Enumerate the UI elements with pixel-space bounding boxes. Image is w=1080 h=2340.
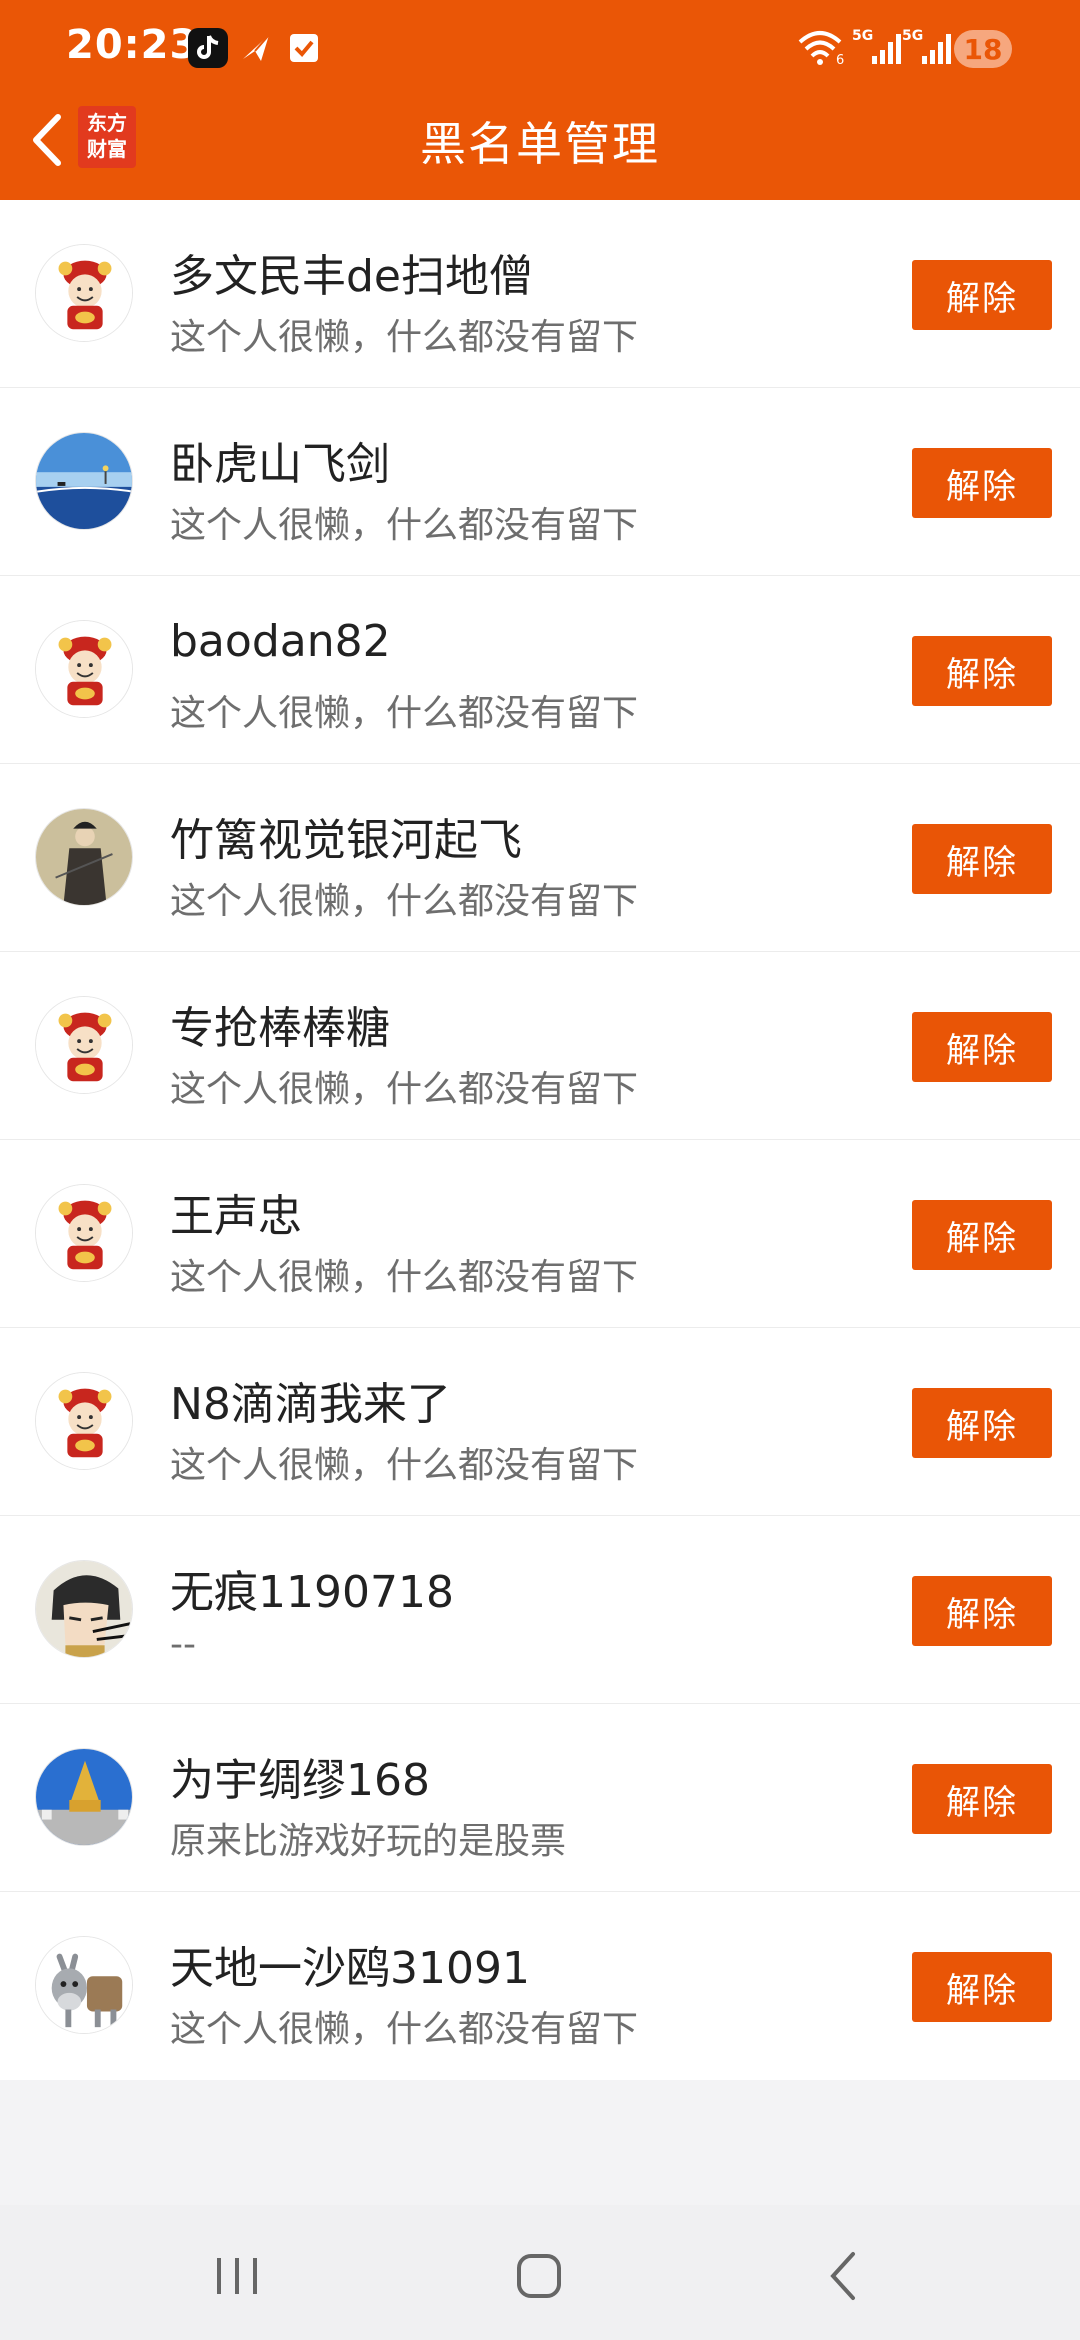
unblock-button[interactable]: 解除: [912, 636, 1052, 706]
user-name: N8滴滴我来了: [170, 1379, 451, 1430]
unblock-button[interactable]: 解除: [912, 448, 1052, 518]
avatar[interactable]: [35, 1560, 133, 1658]
recent-apps-icon: [217, 2258, 257, 2294]
avatar[interactable]: [35, 620, 133, 718]
checkbox-notification-icon: [284, 28, 324, 68]
avatar[interactable]: [35, 808, 133, 906]
avatar[interactable]: [35, 244, 133, 342]
user-name: baodan82: [170, 616, 391, 667]
status-time: 20:23: [66, 22, 199, 68]
list-item[interactable]: 天地一沙鸥31091 这个人很懒，什么都没有留下 解除: [0, 1892, 1080, 2080]
user-signature: 这个人很懒，什么都没有留下: [170, 317, 639, 358]
user-signature: 这个人很懒，什么都没有留下: [170, 1069, 639, 1110]
user-signature: 这个人很懒，什么都没有留下: [170, 2009, 639, 2050]
list-item[interactable]: baodan82 这个人很懒，什么都没有留下 解除: [0, 576, 1080, 764]
list-item[interactable]: 卧虎山飞剑这个人很懒，什么都没有留下 解除: [0, 388, 1080, 576]
wifi-icon: 6: [796, 26, 848, 66]
avatar[interactable]: [35, 1184, 133, 1282]
list-item[interactable]: 王声忠这个人很懒，什么都没有留下 解除: [0, 1140, 1080, 1328]
user-name: 卧虎山飞剑: [170, 439, 390, 490]
user-name: 专抢棒棒糖: [170, 1003, 390, 1054]
avatar[interactable]: [35, 1372, 133, 1470]
top-app-bar: 20:23 6 5G 5G 18 东方 财富 黑名单管理: [0, 0, 1080, 200]
user-name: 为宇绸缪168: [170, 1755, 430, 1806]
signal-5g-icon-2: 5G: [902, 26, 952, 66]
unblock-button[interactable]: 解除: [912, 1576, 1052, 1646]
recent-apps-button[interactable]: [203, 2241, 273, 2311]
user-name: 无痕1190718: [170, 1567, 454, 1618]
unblock-button[interactable]: 解除: [912, 824, 1052, 894]
unblock-button[interactable]: 解除: [912, 1764, 1052, 1834]
user-name: 多文民丰de扫地僧: [170, 251, 533, 302]
unblock-button[interactable]: 解除: [912, 1388, 1052, 1458]
avatar[interactable]: [35, 1748, 133, 1846]
back-arrow-icon: [830, 2252, 855, 2300]
unblock-button[interactable]: 解除: [912, 1200, 1052, 1270]
list-item[interactable]: 专抢棒棒糖这个人很懒，什么都没有留下 解除: [0, 952, 1080, 1140]
avatar[interactable]: [35, 996, 133, 1094]
avatar[interactable]: [35, 1936, 133, 2034]
list-item[interactable]: 多文民丰de扫地僧这个人很懒，什么都没有留下 解除: [0, 200, 1080, 388]
user-signature: 这个人很懒，什么都没有留下: [170, 693, 639, 734]
user-name: 竹篱视觉银河起飞: [170, 815, 522, 866]
page-title: 黑名单管理: [420, 117, 660, 171]
signal-5g-icon: 5G: [852, 26, 902, 66]
user-signature: 这个人很懒，什么都没有留下: [170, 505, 639, 546]
user-signature: 这个人很懒，什么都没有留下: [170, 1257, 639, 1298]
user-name: 天地一沙鸥31091: [170, 1943, 530, 1994]
user-signature: 这个人很懒，什么都没有留下: [170, 881, 639, 922]
status-bar: 20:23 6 5G 5G 18: [0, 0, 1080, 96]
wifi-badge: 6: [836, 53, 844, 66]
net1-label: 5G: [852, 28, 873, 44]
net2-label: 5G: [902, 28, 923, 44]
system-back-button[interactable]: [808, 2241, 878, 2311]
unblock-button[interactable]: 解除: [912, 1952, 1052, 2022]
paper-plane-icon: [236, 28, 276, 68]
unblock-button[interactable]: 解除: [912, 1012, 1052, 1082]
list-item[interactable]: 竹篱视觉银河起飞这个人很懒，什么都没有留下 解除: [0, 764, 1080, 952]
battery-indicator: 18: [954, 30, 1012, 68]
list-item[interactable]: N8滴滴我来了这个人很懒，什么都没有留下 解除: [0, 1328, 1080, 1516]
user-signature: 这个人很懒，什么都没有留下: [170, 1445, 639, 1486]
user-signature: 原来比游戏好玩的是股票: [170, 1821, 567, 1862]
avatar[interactable]: [35, 432, 133, 530]
home-icon: [517, 2254, 561, 2298]
user-name: 王声忠: [170, 1191, 302, 1242]
tiktok-icon: [188, 28, 228, 68]
blacklist: 多文民丰de扫地僧 这个人很懒，什么都没有留下 解除 卧虎山飞剑 这个人很懒，什么都没有…: [0, 200, 1080, 2080]
home-button[interactable]: [504, 2241, 574, 2311]
unblock-button[interactable]: 解除: [912, 260, 1052, 330]
list-item[interactable]: 为宇绸缪168 原来比游戏好玩的是股票 解除: [0, 1704, 1080, 1892]
user-signature: --: [170, 1624, 196, 1665]
list-item[interactable]: 无痕1190718 -- 解除: [0, 1516, 1080, 1704]
system-nav-bar: [0, 2205, 1080, 2340]
